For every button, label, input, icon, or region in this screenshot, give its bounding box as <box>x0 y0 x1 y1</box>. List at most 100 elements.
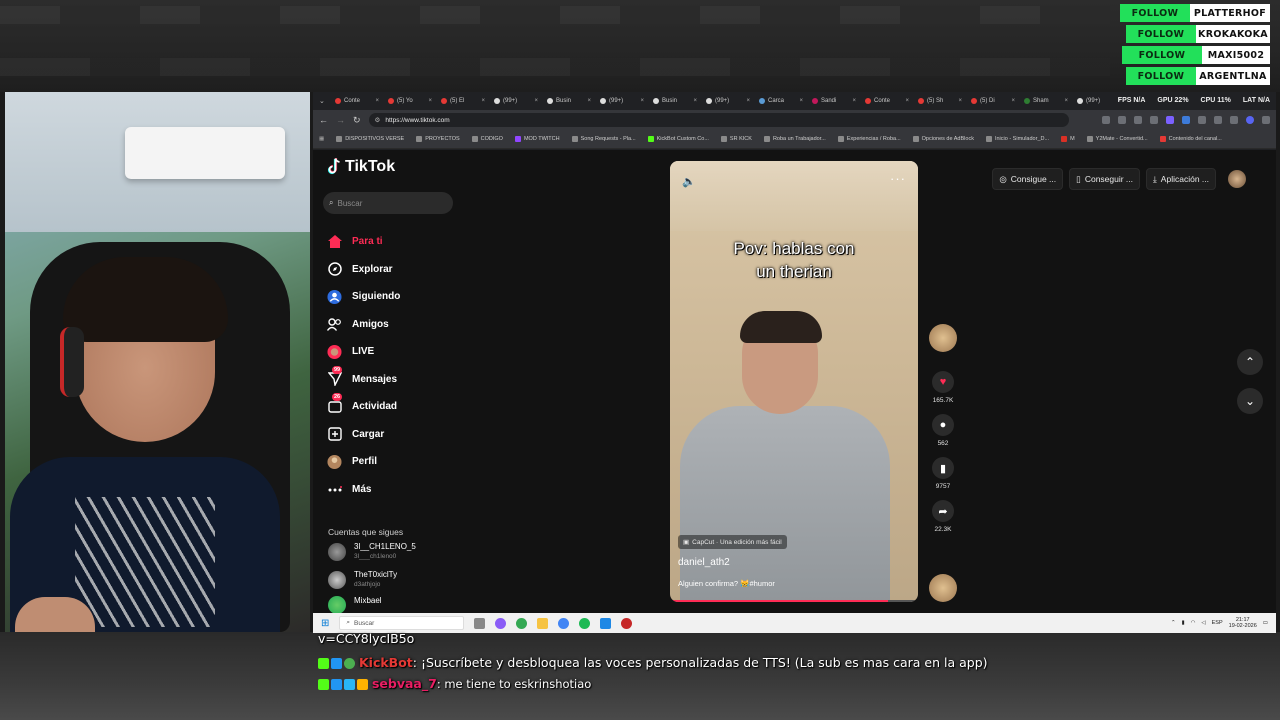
followed-account[interactable]: TheT0xiclTy d3athjojo <box>328 568 468 592</box>
close-icon[interactable]: × <box>1011 98 1015 104</box>
save-action[interactable]: ▮ 9757 <box>927 457 959 490</box>
browser-tab[interactable]: Sandi × <box>809 94 859 108</box>
chat-username[interactable]: sebvaa_7 <box>372 676 437 691</box>
sidebar-icon[interactable] <box>1214 116 1222 124</box>
download-icon[interactable] <box>1230 116 1238 124</box>
video-player[interactable]: Pov: hablas con un therian 🔈 ··· ▣ CapCut… <box>670 161 918 602</box>
nav-item-actividad[interactable]: 26 Actividad <box>327 393 467 421</box>
desktop-app-button[interactable]: ⤓ Aplicación ... <box>1146 168 1216 190</box>
tab-search-icon[interactable]: ⌄ <box>319 97 329 105</box>
chrome-icon[interactable] <box>516 617 528 629</box>
browser-tab[interactable]: (99+) × <box>703 94 753 108</box>
nav-item-para-ti[interactable]: Para ti <box>327 228 467 256</box>
browser-tab[interactable]: (99+) × <box>597 94 647 108</box>
bookmark-star-icon[interactable] <box>1150 116 1158 124</box>
obs-icon[interactable] <box>621 617 633 629</box>
close-icon[interactable]: × <box>428 98 432 104</box>
creator-avatar[interactable] <box>929 324 957 352</box>
close-icon[interactable]: × <box>375 98 379 104</box>
video-username[interactable]: daniel_ath2 <box>678 557 730 568</box>
close-icon[interactable]: × <box>640 98 644 104</box>
nav-item-mensajes[interactable]: 99 Mensajes <box>327 365 467 394</box>
back-icon[interactable]: ← <box>319 115 328 125</box>
followed-account[interactable]: Mixbael <box>328 596 468 613</box>
get-coins-button[interactable]: ◎ Consigue ... <box>992 168 1064 190</box>
site-info-icon[interactable]: ⚙ <box>375 116 381 124</box>
microphone-icon[interactable]: ▮ <box>1182 620 1185 626</box>
browser-tab[interactable]: Conte × <box>332 94 382 108</box>
get-app-button[interactable]: ▯ Conseguir ... <box>1069 168 1141 190</box>
comment-action[interactable]: ● 562 <box>927 414 959 447</box>
task-view-icon[interactable] <box>474 617 486 629</box>
more-options-icon[interactable]: ··· <box>890 171 906 186</box>
profile-icon[interactable] <box>1246 116 1254 124</box>
browser-tab[interactable]: (5) Di × <box>968 94 1018 108</box>
extension-icon[interactable] <box>1182 116 1190 124</box>
nav-item-live[interactable]: LIVE <box>327 338 467 366</box>
like-action[interactable]: ♥ 165.7K <box>927 371 959 404</box>
network-icon[interactable]: ◠ <box>1191 620 1196 626</box>
nav-item-perfil[interactable]: Perfil <box>327 448 467 476</box>
bookmark-item[interactable]: MOD TWITCH <box>514 136 560 142</box>
translate-icon[interactable] <box>1102 116 1110 124</box>
spotify-icon[interactable] <box>579 617 591 629</box>
followed-account[interactable]: 3l__CH1LENO_5 3l___ch1leno0 <box>328 540 468 564</box>
bookmark-item[interactable]: CODIGO <box>471 136 503 142</box>
nav-item-cargar[interactable]: Cargar <box>327 421 467 449</box>
bookmark-item[interactable]: DISPOSITIVOS VERSE <box>336 136 404 142</box>
close-icon[interactable]: × <box>534 98 538 104</box>
browser-tab[interactable]: Sham × <box>1021 94 1071 108</box>
nav-item-mas[interactable]: Más <box>327 476 467 504</box>
previous-video-button[interactable]: ⌃ <box>1237 349 1263 375</box>
apps-icon[interactable]: ▦ <box>319 136 324 142</box>
chrome-icon[interactable] <box>558 617 570 629</box>
address-bar[interactable]: ⚙ https://www.tiktok.com <box>368 113 1069 127</box>
browser-tab[interactable]: Busin × <box>544 94 594 108</box>
bookmark-item[interactable]: KickBot Custom Co... <box>647 136 709 142</box>
close-icon[interactable]: × <box>799 98 803 104</box>
sound-avatar[interactable] <box>929 574 957 602</box>
browser-tab[interactable]: (99+) × <box>491 94 541 108</box>
share-action[interactable]: ➦ 22.3K <box>927 500 959 533</box>
user-avatar[interactable] <box>1228 170 1246 188</box>
nav-item-amigos[interactable]: Amigos <box>327 311 467 339</box>
bookmark-item[interactable]: PROYECTOS <box>416 136 460 142</box>
puzzle-icon[interactable] <box>1198 116 1206 124</box>
browser-tab[interactable]: Busin × <box>650 94 700 108</box>
tiktok-logo[interactable]: TikTok <box>327 158 395 176</box>
volume-icon[interactable]: 🔈 <box>682 175 696 188</box>
browser-tab[interactable]: (99+) × <box>1074 94 1124 108</box>
app-icon[interactable] <box>600 617 612 629</box>
bookmark-item[interactable]: Opciones de AdBlock <box>912 136 974 142</box>
zoom-icon[interactable] <box>1118 116 1126 124</box>
chevron-up-icon[interactable]: ⌃ <box>1171 620 1176 626</box>
video-progress-bar[interactable] <box>670 600 918 602</box>
bookmark-item[interactable]: Song Requests - Pla... <box>571 136 636 142</box>
bookmark-item[interactable]: Y2Mate - Convertid... <box>1086 136 1148 142</box>
notification-icon[interactable]: ▭ <box>1263 620 1268 626</box>
browser-tab[interactable]: (5) Yo × <box>385 94 435 108</box>
browser-tab[interactable]: (5) Sh × <box>915 94 965 108</box>
browser-tab[interactable]: (5) El × <box>438 94 488 108</box>
close-icon[interactable]: × <box>905 98 909 104</box>
nav-item-siguiendo[interactable]: Siguiendo <box>327 283 467 311</box>
capcut-label[interactable]: ▣ CapCut · Una edición más fácil <box>678 535 787 549</box>
reload-icon[interactable]: ↻ <box>353 115 361 126</box>
close-icon[interactable]: × <box>481 98 485 104</box>
browser-tab[interactable]: Conte × <box>862 94 912 108</box>
bookmark-item[interactable]: Roba un Trabajador... <box>763 136 826 142</box>
copilot-icon[interactable] <box>495 617 507 629</box>
bookmark-item[interactable]: Contenido del canal... <box>1159 136 1222 142</box>
forward-icon[interactable]: → <box>336 115 345 125</box>
menu-icon[interactable] <box>1262 116 1270 124</box>
bookmark-item[interactable]: SR KICK <box>720 136 752 142</box>
share-icon[interactable] <box>1134 116 1142 124</box>
close-icon[interactable]: × <box>1064 98 1068 104</box>
folder-icon[interactable] <box>537 617 549 629</box>
close-icon[interactable]: × <box>587 98 591 104</box>
close-icon[interactable]: × <box>958 98 962 104</box>
close-icon[interactable]: × <box>852 98 856 104</box>
search-input[interactable]: ⌕ Buscar <box>323 192 453 214</box>
chat-username[interactable]: KickBot <box>359 655 413 670</box>
bookmark-item[interactable]: Inicio - Simulador_D... <box>985 136 1049 142</box>
